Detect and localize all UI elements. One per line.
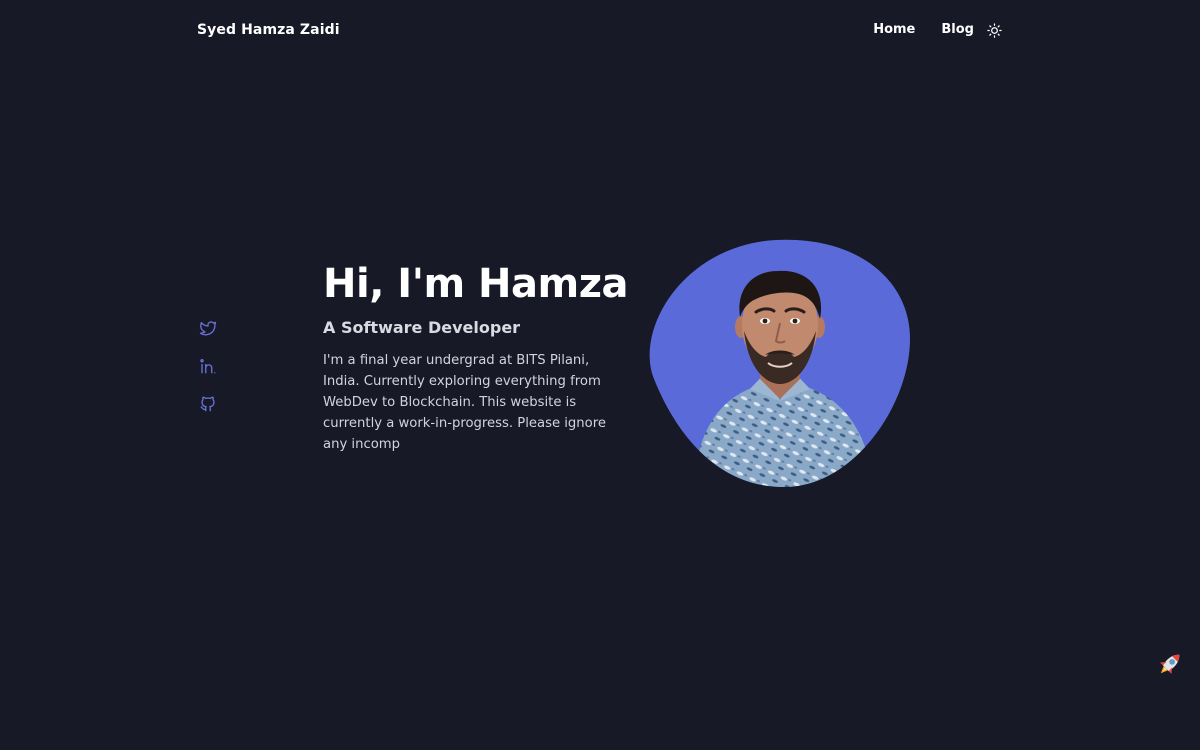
hero-title: Hi, I'm Hamza xyxy=(323,261,628,307)
nav-blog-link[interactable]: Blog xyxy=(941,20,974,40)
social-links xyxy=(199,319,217,433)
theme-toggle-button[interactable] xyxy=(986,22,1002,38)
sun-icon xyxy=(986,22,1002,38)
profile-photo xyxy=(649,239,911,487)
page: Syed Hamza Zaidi Home Blog Hi, I'm Hamza… xyxy=(0,0,1200,750)
github-link[interactable] xyxy=(199,395,217,413)
hero-description: I'm a final year undergrad at BITS Pilan… xyxy=(323,353,606,452)
hero-subtitle: A Software Developer xyxy=(323,318,521,337)
nav-home-link[interactable]: Home xyxy=(873,20,915,40)
hero-intro: Hi, I'm Hamza A Software Developer I'm a… xyxy=(323,261,628,455)
main-nav: Home Blog xyxy=(873,20,1002,40)
rocket-icon xyxy=(1160,654,1180,674)
twitter-icon xyxy=(199,321,217,336)
linkedin-link[interactable] xyxy=(199,357,217,375)
twitter-link[interactable] xyxy=(199,319,217,337)
site-brand[interactable]: Syed Hamza Zaidi xyxy=(197,20,340,40)
github-icon xyxy=(200,396,215,412)
profile-blob xyxy=(644,239,911,488)
scroll-to-top-button[interactable] xyxy=(1155,649,1185,679)
linkedin-icon xyxy=(200,359,216,374)
